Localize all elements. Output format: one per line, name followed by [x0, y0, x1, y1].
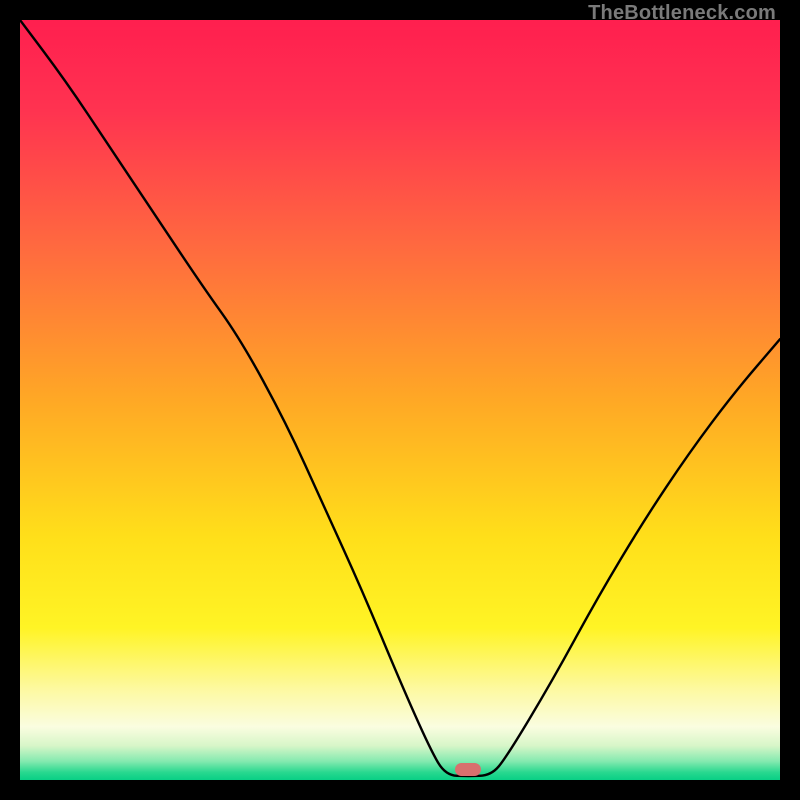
chart-frame: TheBottleneck.com — [0, 0, 800, 800]
bottleneck-gradient-bg — [20, 20, 780, 780]
optimal-point-marker — [455, 763, 481, 776]
plot-area — [20, 20, 780, 780]
watermark-text: TheBottleneck.com — [588, 2, 776, 25]
